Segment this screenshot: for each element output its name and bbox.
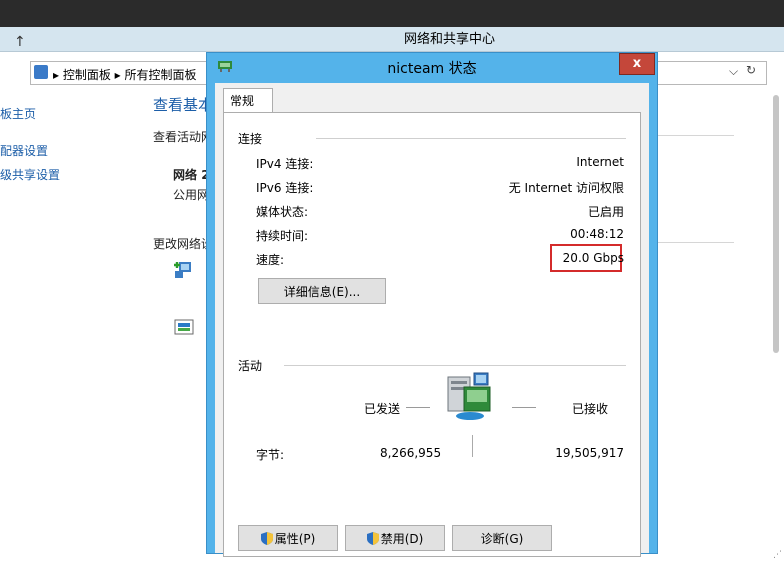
resize-grip-icon[interactable]: ⋰ xyxy=(773,550,782,560)
received-line xyxy=(512,407,536,408)
bytes-label: 字节: xyxy=(256,448,285,462)
sidebar-item-adapter-settings[interactable]: 配器设置 xyxy=(0,142,48,159)
sidebar-item-home[interactable]: 板主页 xyxy=(0,105,36,122)
section-divider xyxy=(284,365,626,366)
media-state-value: 已启用 xyxy=(587,205,624,219)
network-activity-icon xyxy=(447,372,491,420)
new-connection-icon[interactable] xyxy=(173,259,195,281)
details-button[interactable]: 详细信息(E)... xyxy=(258,278,386,304)
network-type: 公用网 xyxy=(173,188,210,202)
bytes-sent-value: 8,266,955 xyxy=(380,446,442,460)
speed-value: 20.0 Gbps xyxy=(562,251,624,265)
duration-label: 持续时间: xyxy=(256,229,309,243)
active-networks-label: 查看活动网 xyxy=(153,130,214,144)
ipv4-label: IPv4 连接: xyxy=(256,157,314,171)
received-label: 已接收 xyxy=(572,402,609,416)
vertical-scrollbar[interactable] xyxy=(773,95,779,353)
dialog-body: 常规 连接 IPv4 连接: Internet IPv6 连接: 无 Inter… xyxy=(215,83,649,557)
shield-icon xyxy=(260,532,273,545)
up-arrow-icon[interactable]: ↑ xyxy=(14,34,26,50)
speed-label: 速度: xyxy=(256,253,285,267)
page-heading: 查看基本 xyxy=(153,96,214,114)
change-settings-label: 更改网络设 xyxy=(153,237,214,251)
ipv6-value: 无 Internet 访问权限 xyxy=(508,181,624,195)
window-title: 网络和共享中心 xyxy=(404,32,496,47)
sent-label: 已发送 xyxy=(364,402,401,416)
control-panel-icon xyxy=(34,65,48,79)
refresh-icon[interactable]: ↻ xyxy=(746,63,756,77)
sent-line xyxy=(406,407,430,408)
activity-section-label: 活动 xyxy=(238,359,263,373)
dialog-title-bar[interactable]: nicteam 状态 x xyxy=(207,53,657,81)
disable-button[interactable]: 禁用(D) xyxy=(345,525,445,551)
activity-separator xyxy=(472,435,473,457)
tab-panel: 连接 IPv4 连接: Internet IPv6 连接: 无 Internet… xyxy=(223,112,641,557)
divider xyxy=(656,242,734,243)
sidebar-item-sharing-settings[interactable]: 级共享设置 xyxy=(0,166,60,183)
status-dialog: nicteam 状态 x 常规 连接 IPv4 连接: Internet IPv… xyxy=(206,52,658,557)
breadcrumb-child[interactable]: 所有控制面板 xyxy=(125,68,197,82)
bytes-received-value: 19,505,917 xyxy=(555,446,624,460)
address-bar[interactable]: ▸ 控制面板 ▸ 所有控制面板 xyxy=(30,61,232,85)
properties-button[interactable]: 属性(P) xyxy=(238,525,338,551)
section-divider xyxy=(316,138,626,139)
tab-general[interactable]: 常规 xyxy=(223,88,273,112)
breadcrumb-arrow-icon: ▸ xyxy=(53,68,63,82)
media-state-label: 媒体状态: xyxy=(256,205,309,219)
ipv6-label: IPv6 连接: xyxy=(256,181,314,195)
connection-section-label: 连接 xyxy=(238,132,263,146)
window-title-bar: 网络和共享中心 xyxy=(0,27,784,52)
divider xyxy=(656,135,734,136)
duration-value: 00:48:12 xyxy=(570,227,624,241)
chevron-down-icon[interactable]: ⌵ xyxy=(729,64,738,79)
top-bar xyxy=(0,0,784,27)
breadcrumb-arrow-icon: ▸ xyxy=(110,68,125,82)
troubleshoot-icon[interactable] xyxy=(174,319,194,335)
network-name: 网络 2 xyxy=(173,168,210,182)
breadcrumb-root[interactable]: 控制面板 xyxy=(63,68,111,82)
close-button[interactable]: x xyxy=(619,53,655,75)
shield-icon xyxy=(366,532,379,545)
dialog-title: nicteam 状态 xyxy=(387,61,477,77)
diagnose-button[interactable]: 诊断(G) xyxy=(452,525,552,551)
ipv4-value: Internet xyxy=(576,155,624,169)
